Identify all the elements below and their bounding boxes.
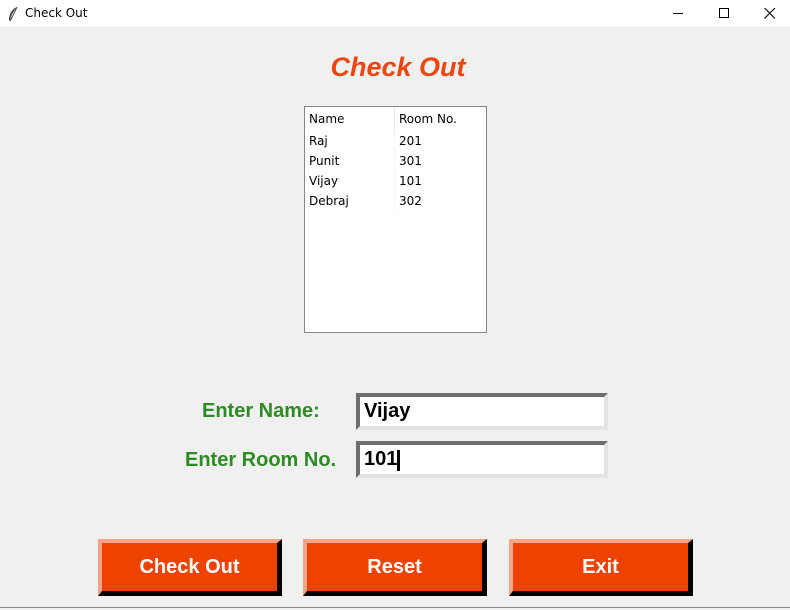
room-input[interactable] (356, 441, 608, 478)
row-divider (394, 171, 395, 191)
cell-name: Debraj (309, 194, 349, 208)
text-cursor (397, 450, 400, 471)
row-divider (394, 191, 395, 211)
exit-button[interactable]: Exit (509, 539, 693, 596)
page-title: Check Out (330, 52, 466, 82)
cell-name: Raj (309, 134, 328, 148)
column-separator[interactable] (394, 107, 395, 131)
column-header-name[interactable]: Name (309, 112, 344, 126)
cell-name: Punit (309, 154, 340, 168)
room-label: Enter Room No. (185, 449, 337, 471)
cell-room: 201 (399, 134, 422, 148)
close-icon (764, 8, 776, 19)
maximize-icon (719, 8, 729, 18)
window-bottom-border (0, 607, 790, 608)
reset-button[interactable]: Reset (303, 539, 487, 596)
row-divider (394, 151, 395, 171)
column-header-room[interactable]: Room No. (399, 112, 457, 126)
minimize-button[interactable] (655, 0, 701, 28)
name-input[interactable] (356, 393, 608, 430)
name-label: Enter Name: (202, 400, 320, 422)
cell-room: 302 (399, 194, 422, 208)
table-row[interactable]: Vijay 101 (305, 171, 486, 191)
cell-room: 301 (399, 154, 422, 168)
title-bar: Check Out (0, 0, 790, 28)
maximize-button[interactable] (701, 0, 747, 28)
feather-icon (9, 6, 18, 22)
row-divider (394, 131, 395, 151)
table-row[interactable]: Raj 201 (305, 131, 486, 151)
table-row[interactable]: Punit 301 (305, 151, 486, 171)
window-title: Check Out (25, 6, 88, 20)
cell-name: Vijay (309, 174, 339, 188)
table-header: Name Room No. (305, 107, 486, 131)
checkout-button[interactable]: Check Out (98, 539, 282, 596)
close-button[interactable] (747, 0, 790, 28)
minimize-icon (673, 13, 683, 14)
guest-table[interactable]: Name Room No. Raj 201 Punit 301 Vijay 10… (304, 106, 487, 333)
table-row[interactable]: Debraj 302 (305, 191, 486, 211)
cell-room: 101 (399, 174, 422, 188)
